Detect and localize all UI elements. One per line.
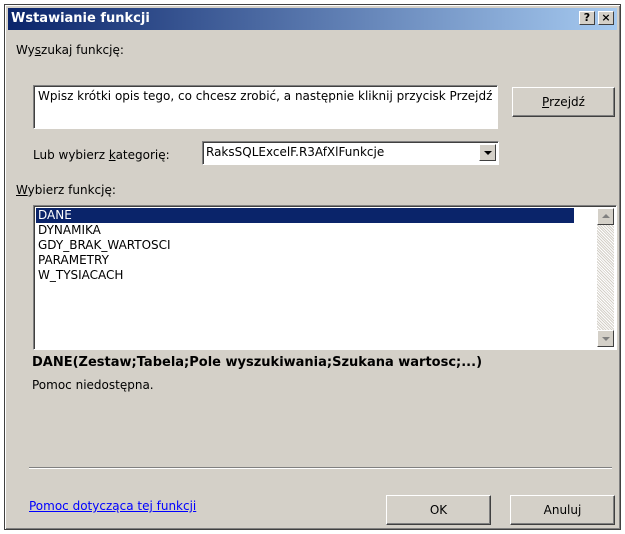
footer-separator bbox=[29, 467, 612, 469]
help-icon[interactable]: ? bbox=[579, 11, 595, 25]
scroll-down-icon[interactable] bbox=[597, 330, 614, 347]
function-description: Pomoc niedostępna. bbox=[32, 378, 154, 392]
scroll-up-icon[interactable] bbox=[597, 208, 614, 225]
go-button[interactable]: Przejdź bbox=[512, 87, 615, 117]
close-icon[interactable]: × bbox=[598, 11, 614, 25]
function-item-w-tysiacach[interactable]: W_TYSIACACH bbox=[36, 268, 123, 283]
search-input-text: Wpisz krótki opis tego, co chcesz zrobić… bbox=[38, 89, 493, 103]
function-signature: DANE(Zestaw;Tabela;Pole wyszukiwania;Szu… bbox=[32, 355, 483, 370]
function-list-scrollbar[interactable] bbox=[597, 208, 614, 347]
ok-button[interactable]: OK bbox=[386, 495, 491, 525]
search-input[interactable]: Wpisz krótki opis tego, co chcesz zrobić… bbox=[33, 85, 498, 129]
function-list[interactable]: DANE DYNAMIKA GDY_BRAK_WARTOSCI PARAMETR… bbox=[33, 205, 617, 350]
chevron-down-icon[interactable] bbox=[479, 144, 496, 161]
category-select[interactable]: RaksSQLExcelF.R3AfXlFunkcje bbox=[202, 141, 499, 165]
function-list-label: Wybierz funkcję: bbox=[16, 183, 116, 197]
function-item-dynamika[interactable]: DYNAMIKA bbox=[36, 223, 101, 238]
function-item-parametry[interactable]: PARAMETRY bbox=[36, 253, 109, 268]
title-bar[interactable]: Wstawianie funkcji ? × bbox=[8, 8, 617, 30]
function-item-gdy-brak-wartosci[interactable]: GDY_BRAK_WARTOSCI bbox=[36, 238, 171, 253]
category-label: Lub wybierz kategorię: bbox=[33, 148, 170, 162]
function-help-link[interactable]: Pomoc dotycząca tej funkcji bbox=[29, 499, 196, 513]
search-label: Wyszukaj funkcję: bbox=[16, 43, 124, 57]
window-title: Wstawianie funkcji bbox=[11, 11, 150, 26]
function-item-dane[interactable]: DANE bbox=[36, 208, 574, 223]
category-selected-value: RaksSQLExcelF.R3AfXlFunkcje bbox=[206, 145, 385, 159]
insert-function-dialog: Wstawianie funkcji ? × Wyszukaj funkcję:… bbox=[4, 4, 621, 530]
cancel-button[interactable]: Anuluj bbox=[510, 495, 615, 525]
